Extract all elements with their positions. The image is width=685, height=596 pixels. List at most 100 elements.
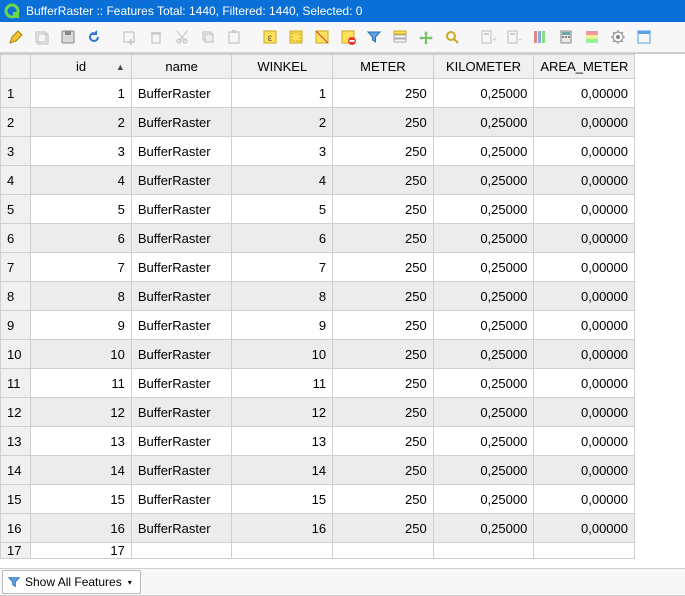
cell-id[interactable]: 15 (31, 485, 132, 514)
cell-winkel[interactable]: 11 (232, 369, 333, 398)
row-number[interactable]: 1 (1, 79, 31, 108)
column-header-name[interactable]: name (131, 55, 232, 79)
table-row[interactable]: 1616BufferRaster162500,250000,00000 (1, 514, 635, 543)
cell-area-meter[interactable]: 0,00000 (534, 369, 635, 398)
cell-name[interactable]: BufferRaster (131, 195, 232, 224)
cell-id[interactable]: 7 (31, 253, 132, 282)
cell-name[interactable]: BufferRaster (131, 369, 232, 398)
paste-icon[interactable] (222, 25, 246, 49)
cell-winkel[interactable]: 2 (232, 108, 333, 137)
cell-name[interactable]: BufferRaster (131, 166, 232, 195)
cell-winkel[interactable]: 10 (232, 340, 333, 369)
row-number[interactable]: 12 (1, 398, 31, 427)
cell-id[interactable]: 10 (31, 340, 132, 369)
cell-kilometer[interactable]: 0,25000 (433, 311, 534, 340)
cell-id[interactable]: 12 (31, 398, 132, 427)
cell-kilometer[interactable]: 0,25000 (433, 253, 534, 282)
reload-icon[interactable] (82, 25, 106, 49)
table-row[interactable]: 11BufferRaster12500,250000,00000 (1, 79, 635, 108)
cell-winkel[interactable]: 13 (232, 427, 333, 456)
table-row[interactable]: 33BufferRaster32500,250000,00000 (1, 137, 635, 166)
cell-meter[interactable]: 250 (333, 282, 434, 311)
cell-id[interactable]: 2 (31, 108, 132, 137)
cell-kilometer[interactable]: 0,25000 (433, 195, 534, 224)
table-row[interactable]: 1212BufferRaster122500,250000,00000 (1, 398, 635, 427)
table-row[interactable]: 44BufferRaster42500,250000,00000 (1, 166, 635, 195)
cell-meter[interactable]: 250 (333, 340, 434, 369)
cell-name[interactable]: BufferRaster (131, 108, 232, 137)
cell-area-meter[interactable]: 0,00000 (534, 456, 635, 485)
column-header-id[interactable]: id▲ (31, 55, 132, 79)
row-number[interactable]: 14 (1, 456, 31, 485)
toggle-editing-icon[interactable] (4, 25, 28, 49)
deselect-all-icon[interactable] (336, 25, 360, 49)
new-field-icon[interactable]: + (476, 25, 500, 49)
cell-meter[interactable]: 250 (333, 224, 434, 253)
cell-meter[interactable]: 250 (333, 311, 434, 340)
cell-name[interactable]: BufferRaster (131, 253, 232, 282)
cell-meter[interactable]: 250 (333, 369, 434, 398)
dock-icon[interactable] (632, 25, 656, 49)
cell-kilometer[interactable]: 0,25000 (433, 485, 534, 514)
cell-name[interactable]: BufferRaster (131, 79, 232, 108)
filter-icon[interactable] (362, 25, 386, 49)
cell-meter[interactable]: 250 (333, 485, 434, 514)
attribute-table[interactable]: id▲ name WINKEL METER KILOMETER AREA_MET… (0, 53, 685, 568)
row-number[interactable]: 16 (1, 514, 31, 543)
cell-name[interactable]: BufferRaster (131, 485, 232, 514)
invert-selection-icon[interactable] (310, 25, 334, 49)
actions-icon[interactable] (606, 25, 630, 49)
cell-winkel[interactable]: 8 (232, 282, 333, 311)
cell-winkel[interactable]: 14 (232, 456, 333, 485)
move-selection-to-top-icon[interactable] (388, 25, 412, 49)
cell-area-meter[interactable]: 0,00000 (534, 224, 635, 253)
column-header-area-meter[interactable]: AREA_METER (534, 55, 635, 79)
row-number[interactable]: 15 (1, 485, 31, 514)
cell-id[interactable]: 6 (31, 224, 132, 253)
cell-meter[interactable]: 250 (333, 456, 434, 485)
column-header-kilometer[interactable]: KILOMETER (433, 55, 534, 79)
cell-kilometer[interactable]: 0,25000 (433, 398, 534, 427)
cell-winkel[interactable]: 16 (232, 514, 333, 543)
cell-kilometer[interactable]: 0,25000 (433, 282, 534, 311)
cell-winkel[interactable]: 12 (232, 398, 333, 427)
cell-kilometer[interactable]: 0,25000 (433, 456, 534, 485)
cell-meter[interactable]: 250 (333, 137, 434, 166)
cell-area-meter[interactable]: 0,00000 (534, 137, 635, 166)
row-number[interactable]: 11 (1, 369, 31, 398)
organize-columns-icon[interactable] (528, 25, 552, 49)
cell-meter[interactable]: 250 (333, 79, 434, 108)
cell-area-meter[interactable]: 0,00000 (534, 485, 635, 514)
row-number[interactable]: 2 (1, 108, 31, 137)
delete-feature-icon[interactable] (144, 25, 168, 49)
cut-icon[interactable] (170, 25, 194, 49)
table-row[interactable]: 88BufferRaster82500,250000,00000 (1, 282, 635, 311)
row-number[interactable]: 5 (1, 195, 31, 224)
table-row[interactable]: 1111BufferRaster112500,250000,00000 (1, 369, 635, 398)
cell-id[interactable]: 9 (31, 311, 132, 340)
cell-id[interactable]: 11 (31, 369, 132, 398)
select-all-icon[interactable] (284, 25, 308, 49)
row-number[interactable]: 3 (1, 137, 31, 166)
cell-id[interactable]: 13 (31, 427, 132, 456)
cell-winkel[interactable]: 7 (232, 253, 333, 282)
table-row[interactable]: 1717 (1, 543, 635, 559)
select-by-expression-icon[interactable]: ε (258, 25, 282, 49)
column-header-meter[interactable]: METER (333, 55, 434, 79)
cell-meter[interactable]: 250 (333, 166, 434, 195)
column-headers[interactable]: id▲ name WINKEL METER KILOMETER AREA_MET… (1, 55, 635, 79)
cell-meter[interactable]: 250 (333, 195, 434, 224)
cell-id[interactable]: 14 (31, 456, 132, 485)
conditional-formatting-icon[interactable] (580, 25, 604, 49)
table-row[interactable]: 22BufferRaster22500,250000,00000 (1, 108, 635, 137)
table-row[interactable]: 66BufferRaster62500,250000,00000 (1, 224, 635, 253)
table-row[interactable]: 1010BufferRaster102500,250000,00000 (1, 340, 635, 369)
add-feature-icon[interactable] (118, 25, 142, 49)
cell-meter[interactable]: 250 (333, 514, 434, 543)
cell-area-meter[interactable]: 0,00000 (534, 253, 635, 282)
table-row[interactable]: 55BufferRaster52500,250000,00000 (1, 195, 635, 224)
row-number[interactable]: 9 (1, 311, 31, 340)
cell-area-meter[interactable]: 0,00000 (534, 398, 635, 427)
row-number[interactable]: 8 (1, 282, 31, 311)
cell-kilometer[interactable]: 0,25000 (433, 427, 534, 456)
